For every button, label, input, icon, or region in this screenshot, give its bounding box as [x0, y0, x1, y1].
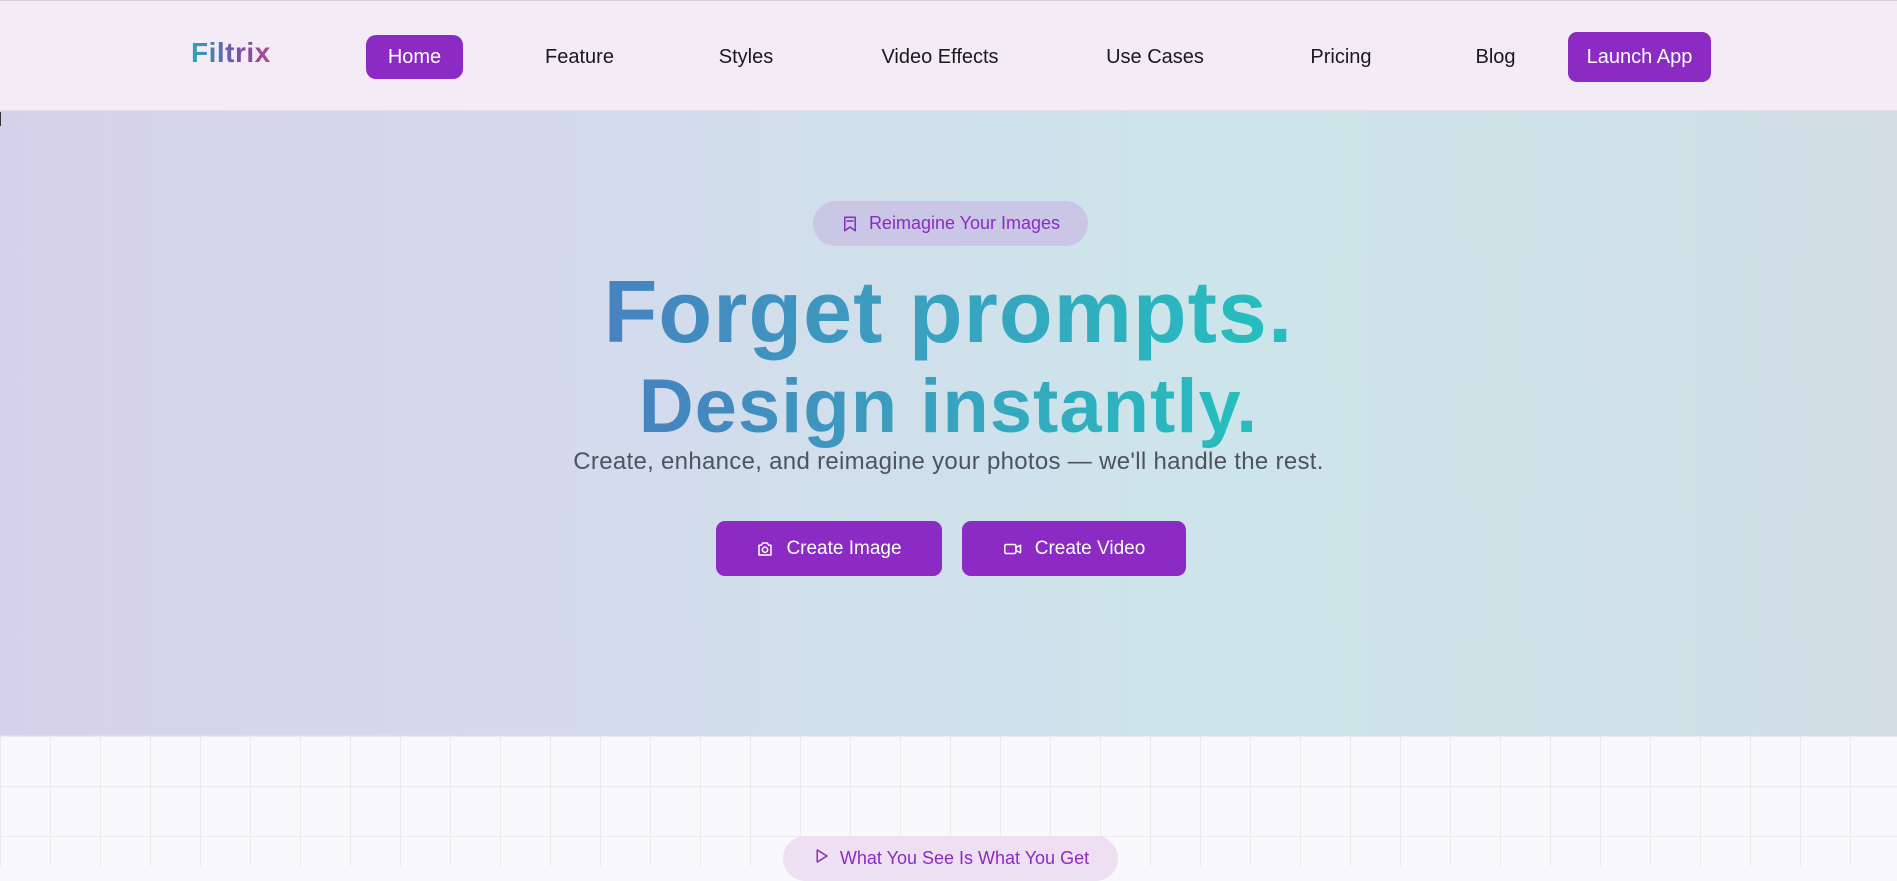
- nav-item-use-cases[interactable]: Use Cases: [1085, 35, 1225, 79]
- create-video-label: Create Video: [1034, 537, 1146, 559]
- hero-badge: Reimagine Your Images: [813, 201, 1088, 246]
- text-cursor: [0, 112, 1, 126]
- camera-icon: [756, 540, 774, 558]
- section-badge: What You See Is What You Get: [783, 836, 1118, 881]
- nav-item-home[interactable]: Home: [366, 35, 463, 79]
- bookmark-icon: [841, 215, 859, 233]
- create-image-label: Create Image: [786, 537, 902, 559]
- hero-badge-label: Reimagine Your Images: [868, 213, 1061, 233]
- nav-item-blog[interactable]: Blog: [1457, 35, 1534, 79]
- hero-headline-line2: Design instantly.: [638, 364, 1259, 449]
- launch-app-button[interactable]: Launch App: [1568, 32, 1711, 82]
- nav-item-styles[interactable]: Styles: [697, 35, 795, 79]
- create-video-button[interactable]: Create Video: [962, 521, 1186, 576]
- video-icon: [1003, 540, 1023, 558]
- brand-logo[interactable]: Filtrix: [191, 37, 271, 69]
- nav-item-video-effects[interactable]: Video Effects: [858, 35, 1022, 79]
- hero-headline-line1: Forget prompts.: [603, 262, 1294, 361]
- nav-item-feature[interactable]: Feature: [524, 35, 635, 79]
- top-navbar: Filtrix Home Feature Styles Video Effect…: [0, 0, 1897, 111]
- play-icon: [812, 847, 830, 870]
- nav-item-pricing[interactable]: Pricing: [1288, 35, 1394, 79]
- hero-subtitle: Create, enhance, and reimagine your phot…: [573, 448, 1324, 475]
- create-image-button[interactable]: Create Image: [716, 521, 942, 576]
